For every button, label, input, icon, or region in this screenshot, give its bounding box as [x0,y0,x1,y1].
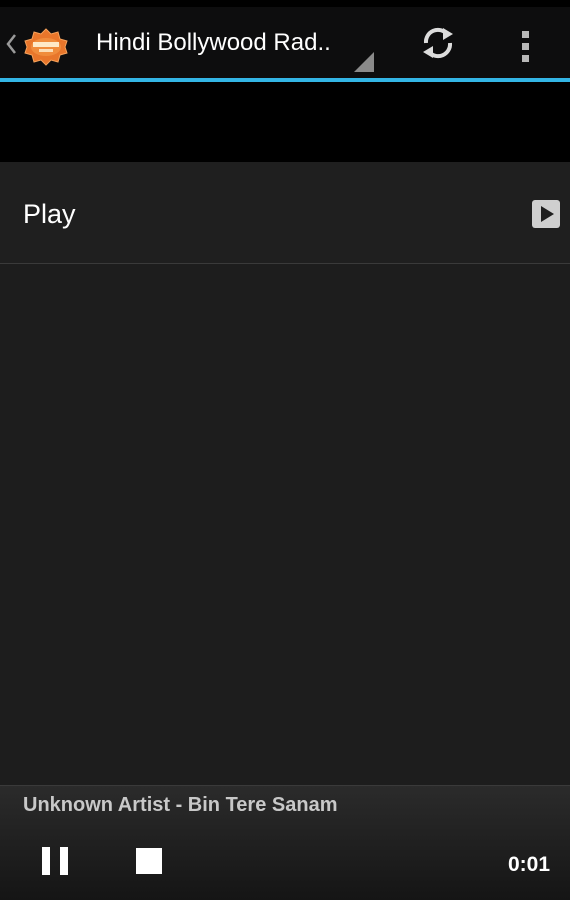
play-label: Play [23,199,76,229]
dropdown-corner-icon [354,52,374,72]
overflow-menu-button[interactable] [494,7,558,78]
bollywood-radio-logo-icon [24,28,68,66]
content-area [0,264,570,785]
app-screen: Hindi Bollywood Rad.. Play Unknown Artis… [0,0,570,900]
pause-button[interactable] [30,841,80,885]
stop-button[interactable] [124,841,174,885]
header-spacer [0,82,570,162]
station-spinner[interactable]: Hindi Bollywood Rad.. [82,7,378,78]
now-playing-text: Unknown Artist - Bin Tere Sanam [23,794,338,816]
refresh-button[interactable] [405,7,471,78]
elapsed-time: 0:01 [507,853,550,876]
stop-icon [136,848,162,874]
play-menu-item[interactable]: Play [0,162,570,263]
status-strip [0,0,570,7]
player-bar: Unknown Artist - Bin Tere Sanam 0:01 [0,785,570,900]
play-icon [532,200,560,228]
refresh-icon [423,27,453,59]
up-navigation-button[interactable] [0,7,80,78]
station-title: Hindi Bollywood Rad.. [96,29,331,56]
chevron-left-icon [6,34,16,54]
